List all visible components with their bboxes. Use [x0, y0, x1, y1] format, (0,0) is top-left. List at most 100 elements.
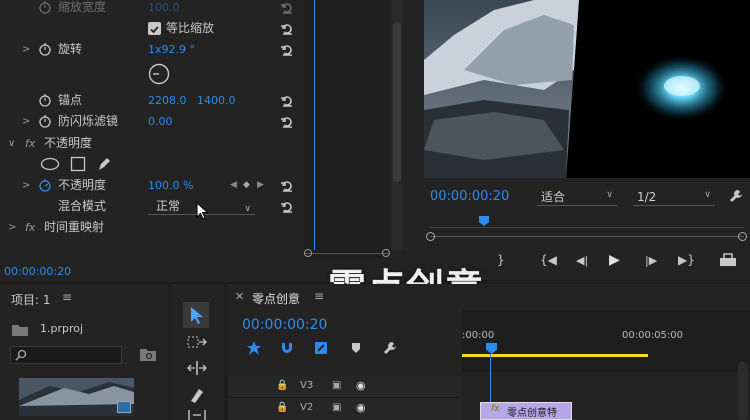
timeline-settings-wrench-icon[interactable]	[383, 341, 397, 355]
track-headers: 🔒 V3 ▣ ◉ 🔒 V2 ▣ ◉	[228, 376, 462, 420]
hamburger-menu-icon[interactable]: ≡	[314, 289, 324, 303]
sync-lock-icon[interactable]: ▣	[332, 402, 341, 413]
play-icon[interactable]: ▶	[609, 252, 620, 268]
stopwatch-icon[interactable]	[38, 93, 52, 107]
property-value[interactable]: 100.0	[148, 0, 180, 18]
property-label: 旋转	[58, 42, 83, 56]
snap-magnet-icon[interactable]	[280, 341, 294, 355]
project-search-input[interactable]	[10, 346, 122, 364]
clip-thumbnail[interactable]	[19, 378, 134, 416]
linked-selection-icon[interactable]	[314, 341, 328, 355]
hamburger-menu-icon[interactable]: ≡	[62, 290, 72, 304]
go-to-out-icon[interactable]: ▶}	[678, 253, 695, 267]
timeline-ruler[interactable]: :00:00 00:00:05:00	[462, 310, 750, 372]
selection-tool[interactable]	[183, 302, 209, 328]
track-select-tool-icon[interactable]	[187, 334, 207, 350]
ruler-label-5s: 00:00:05:00	[622, 330, 684, 341]
monitor-ruler[interactable]	[430, 222, 744, 228]
monitor-zoom-right[interactable]	[738, 232, 747, 241]
rectangle-mask-icon[interactable]	[70, 156, 86, 172]
timeline-vertical-scrollbar[interactable]	[738, 362, 748, 420]
property-value[interactable]: 100.0 %	[148, 175, 193, 196]
wrench-icon[interactable]	[729, 189, 743, 203]
property-row-uniform-scale: 等比缩放	[0, 18, 304, 39]
export-frame-icon[interactable]	[718, 253, 738, 267]
reset-icon[interactable]	[280, 22, 294, 36]
resolution-value: 1/2	[637, 190, 657, 204]
expand-chevron-icon[interactable]: >	[22, 175, 30, 196]
ec-footer-timecode[interactable]: 00:00:00:20	[4, 265, 71, 278]
scrollbar-thumb[interactable]	[393, 22, 401, 182]
clip-label: 零点创意特	[507, 408, 557, 419]
project-panel-title[interactable]: 项目: 1	[11, 291, 51, 308]
uniform-scale-checkbox[interactable]	[148, 22, 161, 35]
reset-icon[interactable]	[280, 115, 294, 129]
stopwatch-active-icon[interactable]	[38, 178, 52, 192]
timeline-clip[interactable]: fx 零点创意特	[480, 402, 572, 420]
effect-controls-panel: 缩放宽度 100.0 等比缩放 > 旋转 1x92.9 ° 锚点 2208.0 …	[0, 0, 405, 264]
zoom-handle-right[interactable]	[382, 249, 390, 257]
pen-mask-icon[interactable]	[96, 155, 112, 172]
stopwatch-icon[interactable]	[38, 114, 52, 128]
lock-icon[interactable]: 🔒	[276, 380, 288, 391]
tools-panel	[172, 284, 224, 420]
fx-badge[interactable]: fx	[25, 133, 35, 154]
timeline-playhead[interactable]	[486, 343, 497, 354]
expand-chevron-icon[interactable]: >	[8, 217, 16, 238]
next-keyframe-icon[interactable]: ▶	[257, 175, 264, 196]
fx-badge[interactable]: fx	[25, 217, 35, 238]
effect-controls-timeline[interactable]	[304, 0, 390, 258]
effect-section-opacity[interactable]: ∨ fx 不透明度	[0, 133, 304, 154]
project-file-name[interactable]: 1.prproj	[40, 322, 83, 335]
blend-mode-value: 正常	[156, 199, 181, 213]
expand-chevron-icon[interactable]: >	[22, 39, 30, 60]
timeline-timecode[interactable]: 00:00:00:20	[242, 317, 327, 333]
sync-lock-icon[interactable]: ▣	[332, 380, 341, 391]
monitor-timecode[interactable]: 00:00:00:20	[430, 189, 509, 204]
nest-sequence-icon[interactable]	[246, 341, 262, 355]
razor-tool-icon[interactable]	[188, 386, 206, 404]
slip-tool-icon[interactable]	[186, 410, 208, 420]
effect-section-time-remap[interactable]: > fx 时间重映射	[0, 217, 304, 238]
program-monitor-view[interactable]	[424, 0, 750, 178]
close-tab-icon[interactable]: ✕	[235, 290, 244, 303]
add-marker-icon[interactable]	[350, 342, 362, 354]
reset-icon[interactable]	[280, 94, 294, 108]
monitor-scrub-track[interactable]	[430, 236, 744, 237]
fit-value: 适合	[541, 190, 566, 204]
property-row-anchor-point: 锚点 2208.0 1400.0	[0, 90, 304, 111]
monitor-zoom-left[interactable]	[426, 232, 435, 241]
rotation-dial[interactable]	[148, 63, 170, 85]
reset-icon[interactable]	[280, 1, 294, 15]
timeline-tab-title[interactable]: 零点创意	[252, 290, 300, 307]
property-value[interactable]: 1x92.9 °	[148, 39, 195, 60]
chevron-down-icon: ∨	[704, 190, 711, 200]
step-back-icon[interactable]: ◀|	[576, 254, 588, 267]
lock-icon[interactable]: 🔒	[276, 402, 288, 413]
stopwatch-icon[interactable]	[38, 0, 52, 14]
go-to-in-icon[interactable]: {◀	[540, 253, 557, 267]
eye-icon[interactable]: ◉	[356, 379, 366, 392]
prev-keyframe-icon[interactable]: ◀	[230, 175, 237, 196]
reset-icon[interactable]	[280, 43, 294, 57]
new-bin-icon[interactable]	[140, 348, 156, 362]
reset-icon[interactable]	[280, 179, 294, 193]
anchor-y-value[interactable]: 1400.0	[197, 90, 236, 111]
add-keyframe-icon[interactable]: ◆	[243, 175, 250, 196]
resolution-dropdown[interactable]: 1/2 ∨	[633, 188, 715, 206]
anchor-x-value[interactable]: 2208.0	[148, 90, 187, 111]
stopwatch-icon[interactable]	[38, 42, 52, 56]
fit-dropdown[interactable]: 适合 ∨	[537, 188, 617, 206]
ellipse-mask-icon[interactable]	[40, 157, 60, 171]
zoom-handle-left[interactable]	[304, 249, 312, 257]
folder-icon	[12, 325, 28, 336]
mark-out-icon[interactable]: }	[497, 253, 505, 267]
expand-chevron-icon[interactable]: >	[22, 111, 30, 132]
collapse-chevron-icon[interactable]: ∨	[8, 133, 15, 154]
step-forward-icon[interactable]: |▶	[645, 254, 657, 267]
property-value[interactable]: 0.00	[148, 111, 173, 132]
mask-tools	[40, 155, 120, 173]
eye-icon[interactable]: ◉	[356, 401, 366, 414]
reset-icon[interactable]	[280, 200, 294, 214]
ripple-edit-tool-icon[interactable]	[186, 360, 208, 376]
